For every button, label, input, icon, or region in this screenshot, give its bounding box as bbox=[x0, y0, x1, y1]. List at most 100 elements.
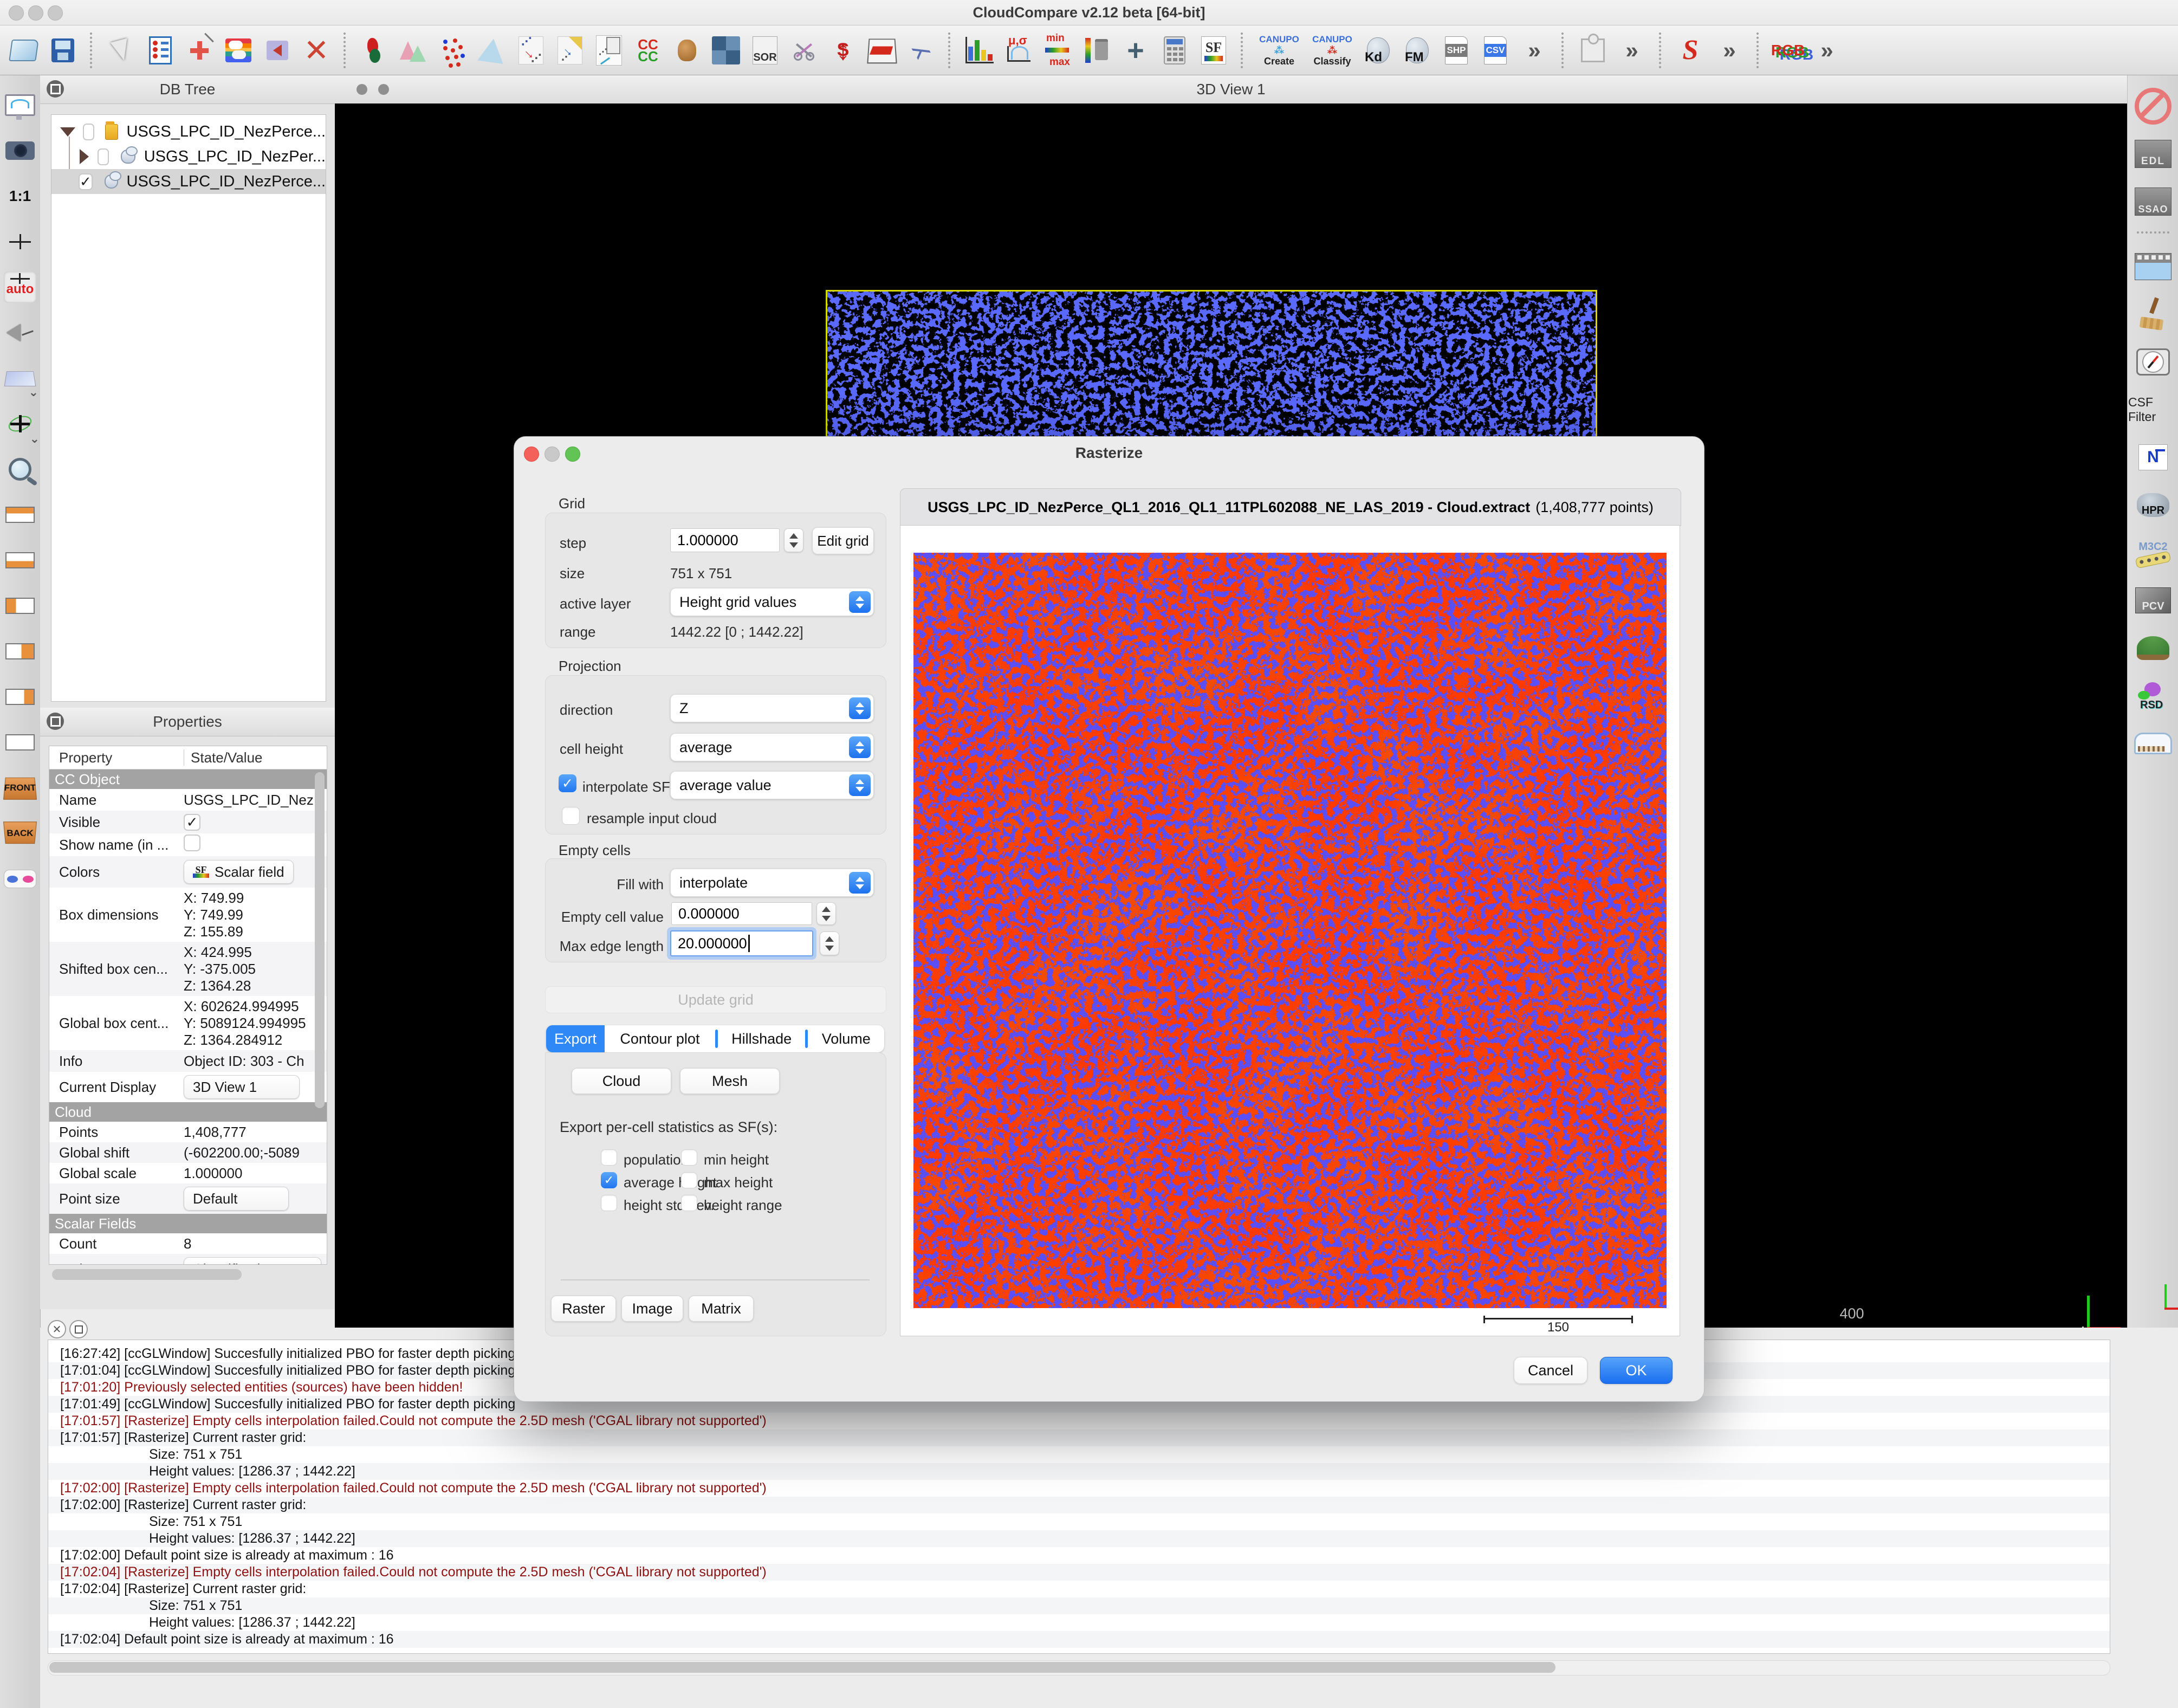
export-raster-button[interactable]: Raster bbox=[551, 1296, 616, 1322]
empty-cell-value-spinner[interactable] bbox=[816, 902, 836, 925]
fill-with-select[interactable]: interpolate bbox=[670, 869, 874, 897]
export-matrix-button[interactable]: Matrix bbox=[689, 1296, 754, 1322]
properties-table[interactable]: Property State/Value CC Object Name USGS_… bbox=[49, 746, 327, 1265]
cloudcompare-distance-icon[interactable]: CC CC bbox=[632, 35, 664, 66]
histogram-icon[interactable] bbox=[964, 35, 995, 66]
gaussian-filter-icon[interactable]: μ,σ bbox=[1003, 34, 1034, 66]
height-std-checkbox-unchecked[interactable] bbox=[601, 1195, 617, 1211]
tab-contour-plot[interactable]: Contour plot bbox=[605, 1025, 715, 1052]
edl-shader-icon[interactable]: EDL bbox=[2134, 137, 2173, 171]
terrain-classify-icon[interactable] bbox=[2134, 631, 2173, 665]
min-height-checkbox-unchecked[interactable] bbox=[681, 1149, 697, 1166]
cloud-mesh-distance-icon[interactable]: ⋰ → bbox=[554, 35, 586, 66]
refresh-display-icon[interactable] bbox=[4, 89, 36, 121]
subsample-icon[interactable] bbox=[437, 35, 469, 66]
colors-dropdown[interactable]: SF Scalar field bbox=[184, 860, 294, 884]
console-close-icon[interactable]: ✕ bbox=[48, 1320, 66, 1338]
delete-icon[interactable]: ✕ bbox=[301, 35, 332, 66]
float-panel-icon[interactable] bbox=[47, 80, 64, 98]
float-panel-icon[interactable] bbox=[47, 713, 64, 730]
pan-rotate-icon[interactable]: ⌄ bbox=[4, 408, 40, 445]
tree-checkbox-unchecked[interactable] bbox=[83, 123, 94, 140]
zoom-magnifier-icon[interactable] bbox=[4, 454, 38, 487]
screenshot-camera-icon[interactable] bbox=[4, 135, 36, 166]
rsd-icon[interactable]: RSD bbox=[2134, 679, 2173, 713]
csf-filter-label[interactable]: CSF Filter bbox=[2128, 393, 2178, 426]
view3d-float-icon[interactable] bbox=[378, 84, 389, 95]
max-height-checkbox-unchecked[interactable] bbox=[681, 1172, 697, 1188]
m3c2-icon[interactable]: M3C2 bbox=[2134, 536, 2173, 570]
cross-section-icon[interactable] bbox=[866, 35, 898, 66]
icp-register-icon[interactable] bbox=[671, 35, 703, 66]
stereo-glasses-icon[interactable] bbox=[4, 863, 36, 895]
perspective-box-icon[interactable]: ⌄ bbox=[4, 363, 38, 399]
max-edge-length-spinner[interactable] bbox=[820, 931, 839, 955]
sample-points-icon[interactable]: ⋰ bbox=[593, 35, 625, 66]
tree-item-cloud-selected[interactable]: ✓ USGS_LPC_ID_NezPerce... bbox=[51, 169, 326, 194]
point-size-dropdown[interactable]: Default bbox=[184, 1187, 289, 1211]
clean-broom-icon[interactable] bbox=[2134, 297, 2173, 331]
step-spinner[interactable] bbox=[784, 528, 803, 552]
tab-volume[interactable]: Volume bbox=[808, 1025, 884, 1052]
animation-film-icon[interactable] bbox=[2134, 250, 2173, 283]
view-bottom-icon[interactable] bbox=[4, 545, 36, 576]
rgb-tool-icon[interactable]: RGB bbox=[1771, 35, 1805, 66]
close-window-button[interactable] bbox=[9, 5, 24, 21]
back-view-icon[interactable]: BACK bbox=[3, 818, 37, 849]
cloud-measure-icon[interactable] bbox=[2134, 727, 2173, 760]
show-name-checkbox-unchecked[interactable] bbox=[184, 834, 200, 851]
compass-icon[interactable] bbox=[2134, 345, 2173, 379]
normals-n-icon[interactable]: N bbox=[2134, 441, 2173, 474]
pcv-icon[interactable]: PCV bbox=[2134, 584, 2173, 617]
resample-checkbox-unchecked[interactable] bbox=[562, 807, 580, 825]
visible-checkbox-checked[interactable]: ✓ bbox=[184, 813, 200, 831]
empty-cell-value-input[interactable]: 0.000000 bbox=[671, 902, 812, 925]
hpr-icon[interactable]: HPR bbox=[2134, 488, 2173, 522]
cancel-button[interactable]: Cancel bbox=[1514, 1357, 1587, 1384]
ok-button[interactable]: OK bbox=[1600, 1357, 1673, 1384]
canupo-create-icon[interactable]: CANUPO ⁂ Create bbox=[1256, 34, 1302, 67]
tree-item-cloud[interactable]: USGS_LPC_ID_NezPer... bbox=[51, 144, 326, 169]
point-pair-align-icon[interactable] bbox=[184, 33, 215, 66]
view-front-iso-icon[interactable] bbox=[4, 681, 36, 713]
zoom-1-1-icon[interactable]: 1:1 bbox=[4, 180, 36, 212]
ssao-shader-icon[interactable]: SSAO bbox=[2134, 185, 2173, 218]
fine-registration-icon[interactable] bbox=[262, 35, 293, 66]
segment-scissors-icon[interactable] bbox=[788, 35, 820, 66]
step-input[interactable]: 1.000000 bbox=[670, 528, 780, 552]
facets-icon[interactable]: FM bbox=[1402, 35, 1433, 66]
tree-item-label[interactable]: USGS_LPC_ID_NezPerce... bbox=[127, 173, 326, 191]
view-right-icon[interactable] bbox=[4, 636, 36, 667]
console-hscrollbar-thumb[interactable] bbox=[49, 1662, 1555, 1673]
tree-checkbox-unchecked[interactable] bbox=[98, 148, 109, 165]
caret-right-icon[interactable] bbox=[80, 149, 89, 164]
db-tree-list[interactable]: USGS_LPC_ID_NezPerce... USGS_LPC_ID_NezP… bbox=[51, 114, 326, 702]
direction-select[interactable]: Z bbox=[670, 694, 874, 722]
front-view-icon[interactable]: FRONT bbox=[3, 772, 37, 804]
max-edge-length-input[interactable]: 20.000000 bbox=[670, 930, 813, 956]
sf-arithmetic-icon[interactable] bbox=[1159, 35, 1190, 66]
translate-rotate-icon[interactable]: ↕ S bbox=[827, 35, 859, 66]
view-left-icon[interactable] bbox=[4, 590, 36, 622]
overflow-chevron-icon[interactable]: » bbox=[1714, 35, 1745, 66]
view-back-iso-icon[interactable] bbox=[4, 727, 36, 758]
export-image-button[interactable]: Image bbox=[621, 1296, 683, 1322]
edit-grid-button[interactable]: Edit grid bbox=[812, 527, 874, 554]
overflow-chevron-icon[interactable]: » bbox=[1811, 35, 1843, 66]
add-sf-icon[interactable]: + bbox=[1120, 34, 1151, 67]
raster-preview-image[interactable] bbox=[913, 553, 1667, 1308]
center-camera-icon[interactable] bbox=[4, 226, 36, 257]
disable-shader-icon[interactable] bbox=[2134, 88, 2173, 125]
interpolate-sf-checkbox-checked[interactable]: ✓ bbox=[559, 774, 576, 792]
shp-export-icon[interactable]: SHP bbox=[1441, 35, 1472, 66]
spline-tool-icon[interactable]: S bbox=[1675, 35, 1706, 66]
mesh-delaunay-icon[interactable] bbox=[476, 35, 508, 66]
tab-hillshade[interactable]: Hillshade bbox=[718, 1025, 806, 1052]
cloud-cloud-distance-icon[interactable]: ⋰ ⋰ → bbox=[515, 35, 547, 66]
caret-down-icon[interactable] bbox=[60, 127, 75, 137]
update-grid-button-disabled[interactable]: Update grid bbox=[545, 986, 886, 1013]
sf-gradient-icon[interactable]: min max bbox=[1042, 33, 1073, 68]
tree-item-label[interactable]: USGS_LPC_ID_NezPer... bbox=[144, 148, 326, 166]
sor-filter-icon[interactable]: SOR bbox=[749, 35, 781, 66]
point-picking-icon[interactable] bbox=[106, 35, 137, 66]
